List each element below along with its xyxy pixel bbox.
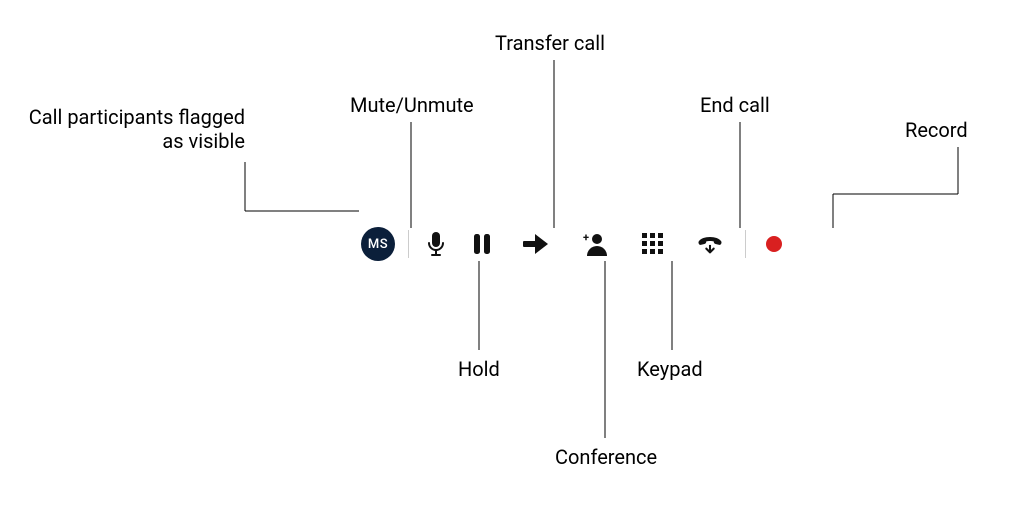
arrow-right-icon [522, 233, 548, 255]
record-icon [766, 236, 782, 252]
microphone-icon [425, 232, 447, 256]
conference-button[interactable]: + [581, 231, 607, 257]
keypad-icon [642, 233, 664, 255]
hold-button[interactable] [469, 231, 495, 257]
leader-lines [0, 0, 1020, 509]
svg-text:+: + [583, 232, 589, 244]
keypad-button[interactable] [640, 231, 666, 257]
avatar-initials: MS [368, 237, 388, 252]
pause-icon [472, 233, 492, 255]
end-call-button[interactable] [697, 231, 723, 257]
toolbar-separator [408, 230, 409, 258]
toolbar-separator [745, 230, 746, 258]
call-toolbar-annotated-diagram: Call participants flagged as visible Mut… [0, 0, 1020, 509]
transfer-button[interactable] [522, 231, 548, 257]
participant-avatar[interactable]: MS [361, 227, 395, 261]
mute-button[interactable] [423, 231, 449, 257]
record-button[interactable] [761, 231, 787, 257]
phone-down-icon [697, 232, 723, 256]
add-person-icon: + [581, 232, 607, 256]
